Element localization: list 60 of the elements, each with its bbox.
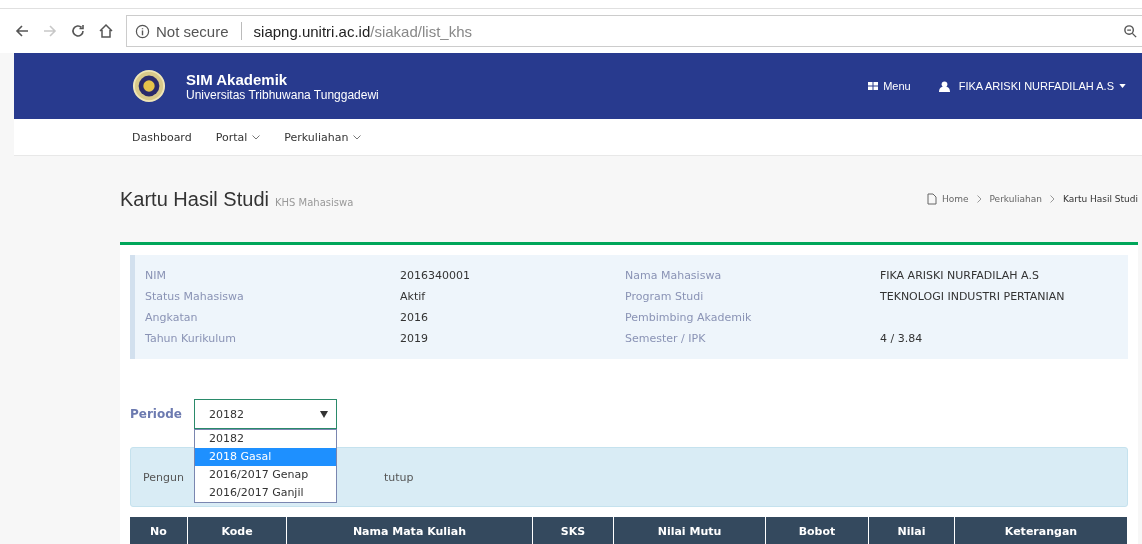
field-label: Tahun Kurikulum: [145, 332, 237, 345]
nav-link[interactable]: Perkuliahan: [284, 130, 362, 144]
column-header: Nama Mata Kuliah: [287, 517, 533, 544]
reload-icon[interactable]: [70, 23, 86, 39]
institution-name: Universitas Tribhuwana Tunggadewi: [186, 87, 379, 102]
field-label: Program Studi: [625, 290, 705, 303]
field-label: NIM: [145, 269, 167, 282]
field-label: Angkatan: [145, 311, 199, 324]
column-header: Nilai Mutu: [614, 517, 766, 544]
field-label: Nama Mahasiswa: [625, 269, 723, 282]
page-title: Kartu Hasil Studi: [120, 187, 269, 211]
app-name: SIM Akademik: [186, 70, 289, 88]
address-bar[interactable]: Not secure siapng.unitri.ac.id/siakad/list_khs: [126, 15, 1142, 47]
user-menu[interactable]: FIKA ARISKI NURFADILAH A.S: [938, 80, 1126, 92]
field-value: TEKNOLOGI INDUSTRI PERTANIAN: [880, 290, 1065, 303]
chevron-icon: [353, 134, 362, 140]
column-header: Nilai: [869, 517, 955, 544]
info-icon: [135, 23, 150, 39]
periode-label: Periode: [130, 407, 182, 421]
dropdown-option[interactable]: 2016/2017 Genap: [194, 466, 336, 484]
column-header: No: [130, 517, 188, 544]
field-value: Aktif: [400, 290, 426, 303]
column-header: SKS: [533, 517, 614, 544]
user-icon: [938, 80, 950, 92]
chevron-right-icon: [976, 195, 982, 203]
field-value: 2019: [400, 332, 428, 345]
dropdown-option[interactable]: 20182: [194, 430, 336, 448]
chevron-icon: [252, 134, 261, 140]
page-subtitle: KHS Mahasiswa: [274, 196, 354, 208]
file-icon: [926, 193, 937, 205]
periode-select[interactable]: 20182: [193, 399, 337, 429]
dropdown-arrow-icon: [319, 410, 328, 418]
alert-text: tutup: [383, 470, 414, 484]
dropdown-option[interactable]: 2016/2017 Ganjil: [194, 484, 336, 502]
nav-link[interactable]: Dashboard: [132, 130, 192, 144]
grid-icon: [868, 82, 879, 90]
field-value: 2016340001: [400, 269, 470, 282]
field-value: 4 / 3.84: [880, 332, 923, 345]
field-value: 2016: [400, 311, 428, 324]
breadcrumb-link[interactable]: Home: [941, 194, 969, 204]
column-header: Bobot: [766, 517, 869, 544]
security-label: Not secure: [156, 22, 229, 40]
column-header: Kode: [188, 517, 287, 544]
field-label: Semester / IPK: [625, 332, 707, 345]
chevron-right-icon: [1049, 195, 1055, 203]
breadcrumb-link[interactable]: Perkuliahan: [989, 194, 1042, 204]
column-header: Keterangan: [955, 517, 1128, 544]
home-icon[interactable]: [98, 23, 114, 39]
alert-text: Pengun: [143, 470, 184, 484]
breadcrumb-link[interactable]: Kartu Hasil Studi: [1062, 194, 1138, 204]
field-label: Status Mahasiswa: [145, 290, 245, 303]
university-logo: [132, 69, 166, 103]
nav-link[interactable]: Portal: [215, 130, 261, 144]
menu-link[interactable]: Menu: [868, 80, 911, 92]
back-icon[interactable]: [14, 23, 30, 39]
caret-icon: [1119, 84, 1126, 88]
zoom-icon[interactable]: [1123, 23, 1138, 39]
url-text: siapng.unitri.ac.id/siakad/list_khs: [253, 22, 472, 40]
field-label: Pembimbing Akademik: [625, 311, 753, 324]
field-value: FIKA ARISKI NURFADILAH A.S: [880, 269, 1039, 282]
